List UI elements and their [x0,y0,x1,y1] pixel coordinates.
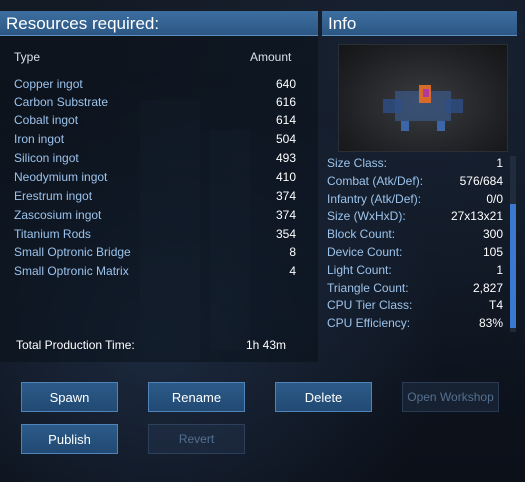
info-row: Size Class: 1 [327,154,503,172]
info-value: T4 [488,298,503,312]
resource-row: Neodymium ingot 410 [14,168,296,186]
resource-name: Titanium Rods [14,227,91,241]
resource-row: Erestrum ingot 374 [14,187,296,205]
resource-name: Small Optronic Matrix [14,264,129,278]
column-header-type: Type [14,50,41,64]
resource-name: Erestrum ingot [14,189,93,203]
resource-name: Copper ingot [14,77,83,91]
resource-name: Neodymium ingot [14,170,108,184]
info-row: Device Count: 105 [327,243,503,261]
info-label: Device Count: [327,245,403,259]
info-label: Infantry (Atk/Def): [327,192,422,206]
info-value: 2,827 [472,281,503,295]
resource-row: Copper ingot 640 [14,75,296,93]
resource-amount: 374 [275,189,296,203]
resource-row: Small Optronic Bridge 8 [14,243,296,261]
info-label: Light Count: [327,263,392,277]
resources-header: Resources required: [0,11,318,36]
resource-row: Titanium Rods 354 [14,225,296,243]
info-label: Triangle Count: [327,281,409,295]
info-value: 300 [482,227,503,241]
resource-name: Iron ingot [14,132,65,146]
info-row: Size (WxHxD): 27x13x21 [327,207,503,225]
resource-amount: 410 [275,170,296,184]
column-header-amount: Amount [250,50,292,64]
info-row: Block Count: 300 [327,225,503,243]
revert-button[interactable]: Revert [148,424,245,454]
resource-amount: 504 [275,132,296,146]
resource-row: Small Optronic Matrix 4 [14,262,296,280]
delete-button[interactable]: Delete [275,382,372,412]
info-value: 0/0 [486,192,503,206]
resource-amount: 8 [289,245,296,259]
info-label: Combat (Atk/Def): [327,174,424,188]
info-value: 83% [478,316,503,330]
resource-amount: 354 [275,227,296,241]
publish-button[interactable]: Publish [21,424,118,454]
total-production-label: Total Production Time: [16,338,135,352]
resource-row: Silicon ingot 493 [14,149,296,167]
resource-row: Zascosium ingot 374 [14,206,296,224]
info-label: CPU Efficiency: [327,316,411,330]
resource-amount: 616 [275,95,296,109]
info-value: 576/684 [459,174,503,188]
resource-amount: 493 [275,151,296,165]
info-scrollbar-thumb[interactable] [510,204,516,328]
blueprint-preview-image [338,44,508,152]
spawn-button[interactable]: Spawn [21,382,118,412]
info-value: 1 [496,156,503,170]
ship-icon [383,85,463,131]
info-label: Size (WxHxD): [327,209,406,223]
resource-row: Cobalt ingot 614 [14,111,296,129]
resource-name: Silicon ingot [14,151,79,165]
info-row: CPU Efficiency: 83% [327,314,503,332]
info-value: 27x13x21 [450,209,503,223]
open-workshop-button[interactable]: Open Workshop [402,382,499,412]
info-row: Infantry (Atk/Def): 0/0 [327,190,503,208]
info-row: CPU Tier Class: T4 [327,296,503,314]
resource-name: Zascosium ingot [14,208,102,222]
resource-row: Iron ingot 504 [14,130,296,148]
resource-name: Carbon Substrate [14,95,109,109]
info-value: 1 [496,263,503,277]
resource-amount: 614 [275,113,296,127]
info-label: Block Count: [327,227,396,241]
resource-row: Carbon Substrate 616 [14,93,296,111]
rename-button[interactable]: Rename [148,382,245,412]
resource-amount: 4 [289,264,296,278]
info-row: Triangle Count: 2,827 [327,279,503,297]
info-label: CPU Tier Class: [327,298,413,312]
info-scrollbar[interactable] [510,156,516,332]
info-value: 105 [482,245,503,259]
info-label: Size Class: [327,156,388,170]
info-title: Info [328,14,357,33]
resources-title: Resources required: [6,14,160,33]
info-row: Light Count: 1 [327,261,503,279]
resource-name: Small Optronic Bridge [14,245,131,259]
total-production-value: 1h 43m [246,338,287,352]
resource-amount: 640 [275,77,296,91]
info-row: Combat (Atk/Def): 576/684 [327,172,503,190]
resource-name: Cobalt ingot [14,113,79,127]
info-header: Info [322,11,517,36]
resource-amount: 374 [275,208,296,222]
